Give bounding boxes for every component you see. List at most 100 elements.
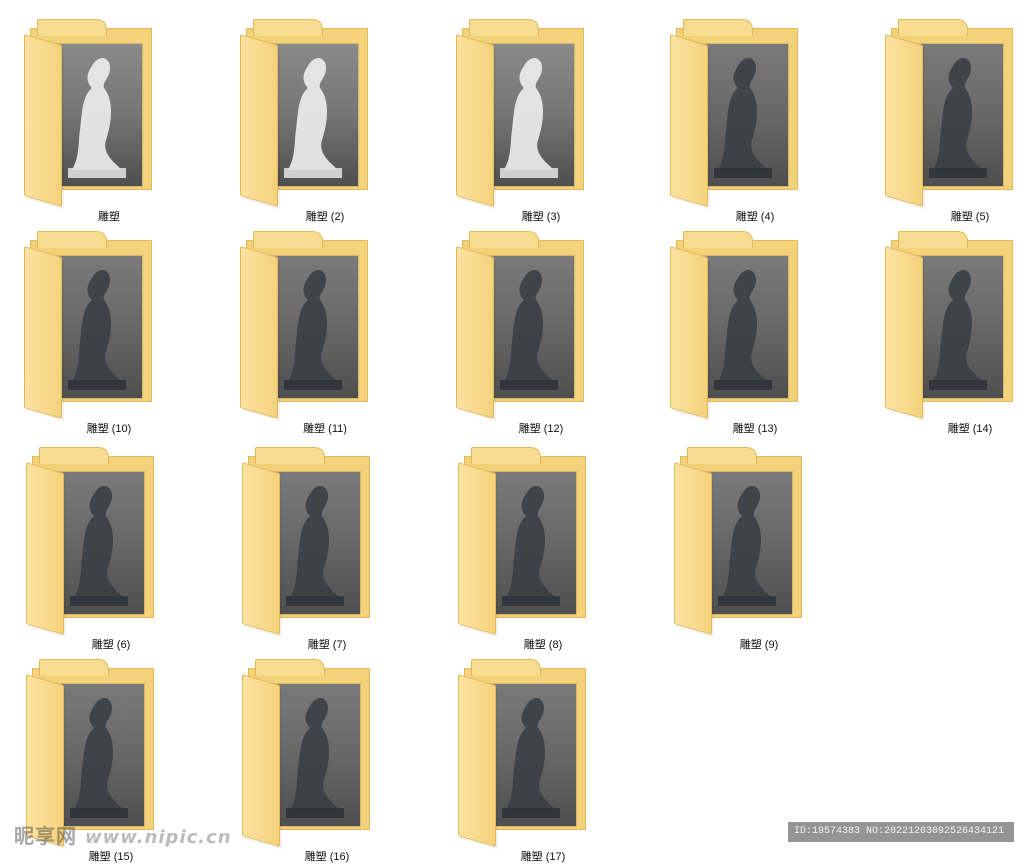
sculpture-thumbnail [484, 44, 574, 186]
folder-tab [253, 19, 323, 36]
sculpture-icon [714, 269, 772, 390]
sculpture-icon [284, 57, 342, 178]
sculpture-icon [284, 269, 342, 390]
folder-label: 雕塑 (14) [947, 423, 993, 435]
folder-front [24, 34, 62, 207]
sculpture-thumbnail [52, 44, 142, 186]
folder-label: 雕塑 (16) [304, 851, 350, 863]
folder-label: 雕塑 (17) [520, 851, 566, 863]
sculpture-icon [70, 697, 128, 818]
sculpture-thumbnail [913, 44, 1003, 186]
sculpture-icon [286, 697, 344, 818]
folder-front [240, 246, 278, 419]
sculpture-icon [500, 269, 558, 390]
folder-label: 雕塑 (2) [305, 211, 345, 223]
sculpture-thumbnail [702, 472, 792, 614]
folder-front [670, 34, 708, 207]
sculpture-icon [502, 485, 560, 606]
sculpture-icon [68, 57, 126, 178]
folder-item[interactable]: 雕塑 (14) [885, 231, 1024, 435]
folder-front [26, 462, 64, 635]
sculpture-icon [286, 485, 344, 606]
sculpture-icon [500, 57, 558, 178]
folder-item[interactable]: 雕塑 (16) [242, 659, 412, 863]
folder-tab [898, 231, 968, 248]
folder-label: 雕塑 (15) [88, 851, 134, 863]
folder-front [670, 246, 708, 419]
folder-label: 雕塑 (4) [735, 211, 775, 223]
folder-label: 雕塑 (6) [91, 639, 131, 651]
folder-tab [37, 231, 107, 248]
folder-item[interactable]: 雕塑 (11) [240, 231, 410, 435]
folder-item[interactable]: 雕塑 (3) [456, 19, 626, 223]
folder-item[interactable]: 雕塑 (12) [456, 231, 626, 435]
sculpture-thumbnail [913, 256, 1003, 398]
folder-tab [255, 659, 325, 676]
folder-tab [253, 231, 323, 248]
folder-front [458, 462, 496, 635]
folder-tab [471, 447, 541, 464]
folder-label: 雕塑 (3) [521, 211, 561, 223]
sculpture-thumbnail [270, 684, 360, 826]
folder-item[interactable]: 雕塑 (10) [24, 231, 194, 435]
folder-tab [683, 231, 753, 248]
folder-front [242, 462, 280, 635]
folder-tab [469, 19, 539, 36]
folder-front [456, 246, 494, 419]
folder-item[interactable]: 雕塑 (13) [670, 231, 840, 435]
folder-item[interactable]: 雕塑 (17) [458, 659, 628, 863]
sculpture-thumbnail [484, 256, 574, 398]
folder-tab [39, 659, 109, 676]
folder-tab [255, 447, 325, 464]
sculpture-icon [70, 485, 128, 606]
sculpture-thumbnail [54, 472, 144, 614]
folder-label: 雕塑 (13) [732, 423, 778, 435]
folder-item[interactable]: 雕塑 (5) [885, 19, 1024, 223]
folder-front [240, 34, 278, 207]
folder-tab [687, 447, 757, 464]
sculpture-icon [718, 485, 776, 606]
folder-tab [683, 19, 753, 36]
folder-label: 雕塑 [98, 211, 120, 223]
sculpture-thumbnail [486, 684, 576, 826]
watermark-id: ID:19574383 NO:20221203092526434121 [788, 822, 1014, 842]
folder-item[interactable]: 雕塑 (6) [26, 447, 196, 651]
sculpture-icon [714, 57, 772, 178]
folder-label: 雕塑 (11) [303, 423, 347, 435]
folder-front [885, 246, 923, 419]
sculpture-icon [502, 697, 560, 818]
folder-item[interactable]: 雕塑 (2) [240, 19, 410, 223]
folder-tab [469, 231, 539, 248]
sculpture-icon [929, 57, 987, 178]
sculpture-thumbnail [54, 684, 144, 826]
sculpture-icon [929, 269, 987, 390]
sculpture-thumbnail [268, 256, 358, 398]
watermark-site: 昵享网 www.nipic.cn [14, 820, 232, 849]
sculpture-thumbnail [52, 256, 142, 398]
folder-tab [37, 19, 107, 36]
folder-item[interactable]: 雕塑 (9) [674, 447, 844, 651]
folder-tab [39, 447, 109, 464]
folder-front [674, 462, 712, 635]
folder-front [24, 246, 62, 419]
sculpture-icon [68, 269, 126, 390]
watermark-url: www.nipic.cn [85, 827, 232, 848]
folder-label: 雕塑 (8) [523, 639, 563, 651]
folder-front [885, 34, 923, 207]
sculpture-thumbnail [698, 256, 788, 398]
watermark-site-name: 昵享网 [14, 824, 77, 848]
folder-label: 雕塑 (5) [950, 211, 990, 223]
folder-item[interactable]: 雕塑 (7) [242, 447, 412, 651]
folder-label: 雕塑 (10) [86, 423, 132, 435]
folder-item[interactable]: 雕塑 [24, 19, 194, 223]
folder-label: 雕塑 (12) [518, 423, 564, 435]
folder-front [456, 34, 494, 207]
folder-item[interactable]: 雕塑 (8) [458, 447, 628, 651]
folder-item[interactable]: 雕塑 (4) [670, 19, 840, 223]
folder-label: 雕塑 (9) [739, 639, 779, 651]
sculpture-thumbnail [268, 44, 358, 186]
folder-front [242, 674, 280, 847]
sculpture-thumbnail [270, 472, 360, 614]
sculpture-thumbnail [486, 472, 576, 614]
folder-tab [898, 19, 968, 36]
